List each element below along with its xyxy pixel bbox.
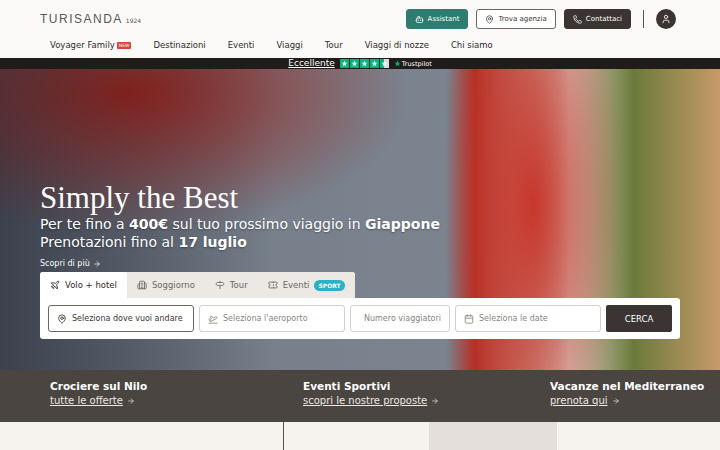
field-icon bbox=[464, 314, 474, 324]
star-icon bbox=[380, 59, 389, 68]
search-field[interactable]: Seleziona le date bbox=[455, 305, 601, 332]
field-icon bbox=[208, 314, 218, 324]
card-placeholder bbox=[429, 422, 557, 450]
star-icon bbox=[350, 59, 359, 68]
promo-link[interactable]: scopri le nostre proposte bbox=[303, 395, 550, 406]
main-nav: Voyager FamilyNEW Destinazioni Eventi Viagg… bbox=[40, 38, 676, 52]
star-icon bbox=[340, 59, 349, 68]
nav-item[interactable]: Voyager FamilyNEW bbox=[50, 40, 131, 50]
search-field[interactable]: Seleziona l'aeroporto bbox=[199, 305, 345, 332]
arrow-right-icon bbox=[127, 397, 135, 405]
header-button[interactable]: Assistant bbox=[406, 9, 469, 29]
search-tab[interactable]: Tour bbox=[205, 272, 258, 298]
hero-text: 400€ bbox=[129, 216, 168, 232]
header-button[interactable]: Trova agenzia bbox=[476, 9, 555, 29]
hero-text: Giappone bbox=[365, 216, 440, 232]
trustpilot-star-icon bbox=[394, 60, 401, 67]
nav-item[interactable]: Destinazioni bbox=[153, 40, 205, 50]
promo-link[interactable]: tutte le offerte bbox=[50, 395, 303, 406]
tab-icon bbox=[215, 280, 225, 290]
header: TURISANDA1924 Assistant Trova agenzia Conta… bbox=[0, 0, 720, 58]
field-icon bbox=[57, 314, 67, 324]
logo-year: 1924 bbox=[126, 17, 141, 24]
header-button-icon bbox=[573, 15, 582, 24]
search-button[interactable]: CERCA bbox=[606, 305, 672, 332]
trustpilot-brand: Trustpilot bbox=[394, 60, 432, 68]
header-button[interactable]: Contattaci bbox=[564, 9, 631, 29]
arrow-right-icon bbox=[93, 260, 101, 268]
search-tabs: Volo + hotelSoggiornoTourEventiSPORT bbox=[40, 272, 355, 298]
hero-title: Simply the Best bbox=[40, 181, 680, 215]
trustpilot-rating: Eccellente bbox=[288, 58, 334, 69]
hero-line: Prenotazioni fino al 17 luglio bbox=[40, 233, 680, 251]
logo-word: TURISANDA bbox=[40, 12, 123, 26]
trustpilot-stars bbox=[340, 59, 389, 68]
header-button-icon bbox=[415, 15, 424, 24]
nav-item[interactable]: Eventi bbox=[228, 40, 255, 50]
star-icon bbox=[360, 59, 369, 68]
header-actions: Assistant Trova agenzia Contattaci bbox=[406, 9, 676, 29]
page: TURISANDA1924 Assistant Trova agenzia Conta… bbox=[0, 0, 720, 450]
promo-title: Eventi Sportivi bbox=[303, 380, 550, 392]
sport-badge: SPORT bbox=[314, 280, 344, 291]
hero: Simply the BestPer te fino a 400€ sul tu… bbox=[0, 69, 720, 370]
tab-icon bbox=[137, 280, 147, 290]
promo: Crociere sul Nilo tutte le offerte bbox=[50, 380, 303, 422]
promo-title: Vacanze nel Mediterraneo bbox=[550, 380, 710, 392]
search-bar: Seleziona dove vuoi andareSeleziona l'ae… bbox=[40, 298, 680, 339]
promo-title: Crociere sul Nilo bbox=[50, 380, 303, 392]
logo[interactable]: TURISANDA1924 bbox=[40, 12, 141, 26]
tab-icon bbox=[50, 280, 60, 290]
search-tab[interactable]: Volo + hotel bbox=[40, 272, 127, 298]
promo-strip: Crociere sul Nilo tutte le offerteEventi … bbox=[0, 370, 720, 422]
hero-line: Per te fino a 400€ sul tuo prossimo viag… bbox=[40, 215, 680, 233]
search-tab[interactable]: EventiSPORT bbox=[258, 272, 355, 298]
hero-link[interactable]: Scopri di più bbox=[40, 259, 680, 268]
hero-text: 17 luglio bbox=[178, 234, 246, 250]
search-field[interactable]: Numero viaggiatori bbox=[350, 305, 450, 332]
nav-item[interactable]: Viaggi bbox=[276, 40, 302, 50]
separator bbox=[643, 10, 644, 28]
promo-link[interactable]: prenota qui bbox=[550, 395, 710, 406]
header-button-icon bbox=[485, 15, 494, 24]
arrow-right-icon bbox=[612, 397, 620, 405]
nav-item[interactable]: Chi siamo bbox=[451, 40, 493, 50]
promo: Eventi Sportivi scopri le nostre proposte bbox=[303, 380, 550, 422]
nav-item[interactable]: Viaggi di nozze bbox=[365, 40, 429, 50]
star-icon bbox=[370, 59, 379, 68]
search-field[interactable]: Seleziona dove vuoi andare bbox=[48, 305, 194, 332]
hero-text: Per te fino a bbox=[40, 216, 129, 232]
new-badge: NEW bbox=[117, 42, 132, 49]
promo: Vacanze nel Mediterraneo prenota qui bbox=[550, 380, 710, 422]
top-bar: TURISANDA1924 Assistant Trova agenzia Conta… bbox=[40, 0, 676, 38]
content-below bbox=[0, 422, 720, 450]
search-panel: Volo + hotelSoggiornoTourEventiSPORTSele… bbox=[40, 272, 680, 339]
hero-text: Prenotazioni fino al bbox=[40, 234, 178, 250]
arrow-right-icon bbox=[431, 397, 439, 405]
trustpilot-bar[interactable]: Eccellente Trustpilot bbox=[0, 58, 720, 69]
nav-item[interactable]: Tour bbox=[325, 40, 343, 50]
divider bbox=[283, 422, 284, 450]
user-icon bbox=[661, 14, 671, 24]
tab-icon bbox=[268, 280, 278, 290]
hero-text: sul tuo prossimo viaggio in bbox=[168, 216, 365, 232]
account-button[interactable] bbox=[656, 9, 676, 29]
search-tab[interactable]: Soggiorno bbox=[127, 272, 205, 298]
